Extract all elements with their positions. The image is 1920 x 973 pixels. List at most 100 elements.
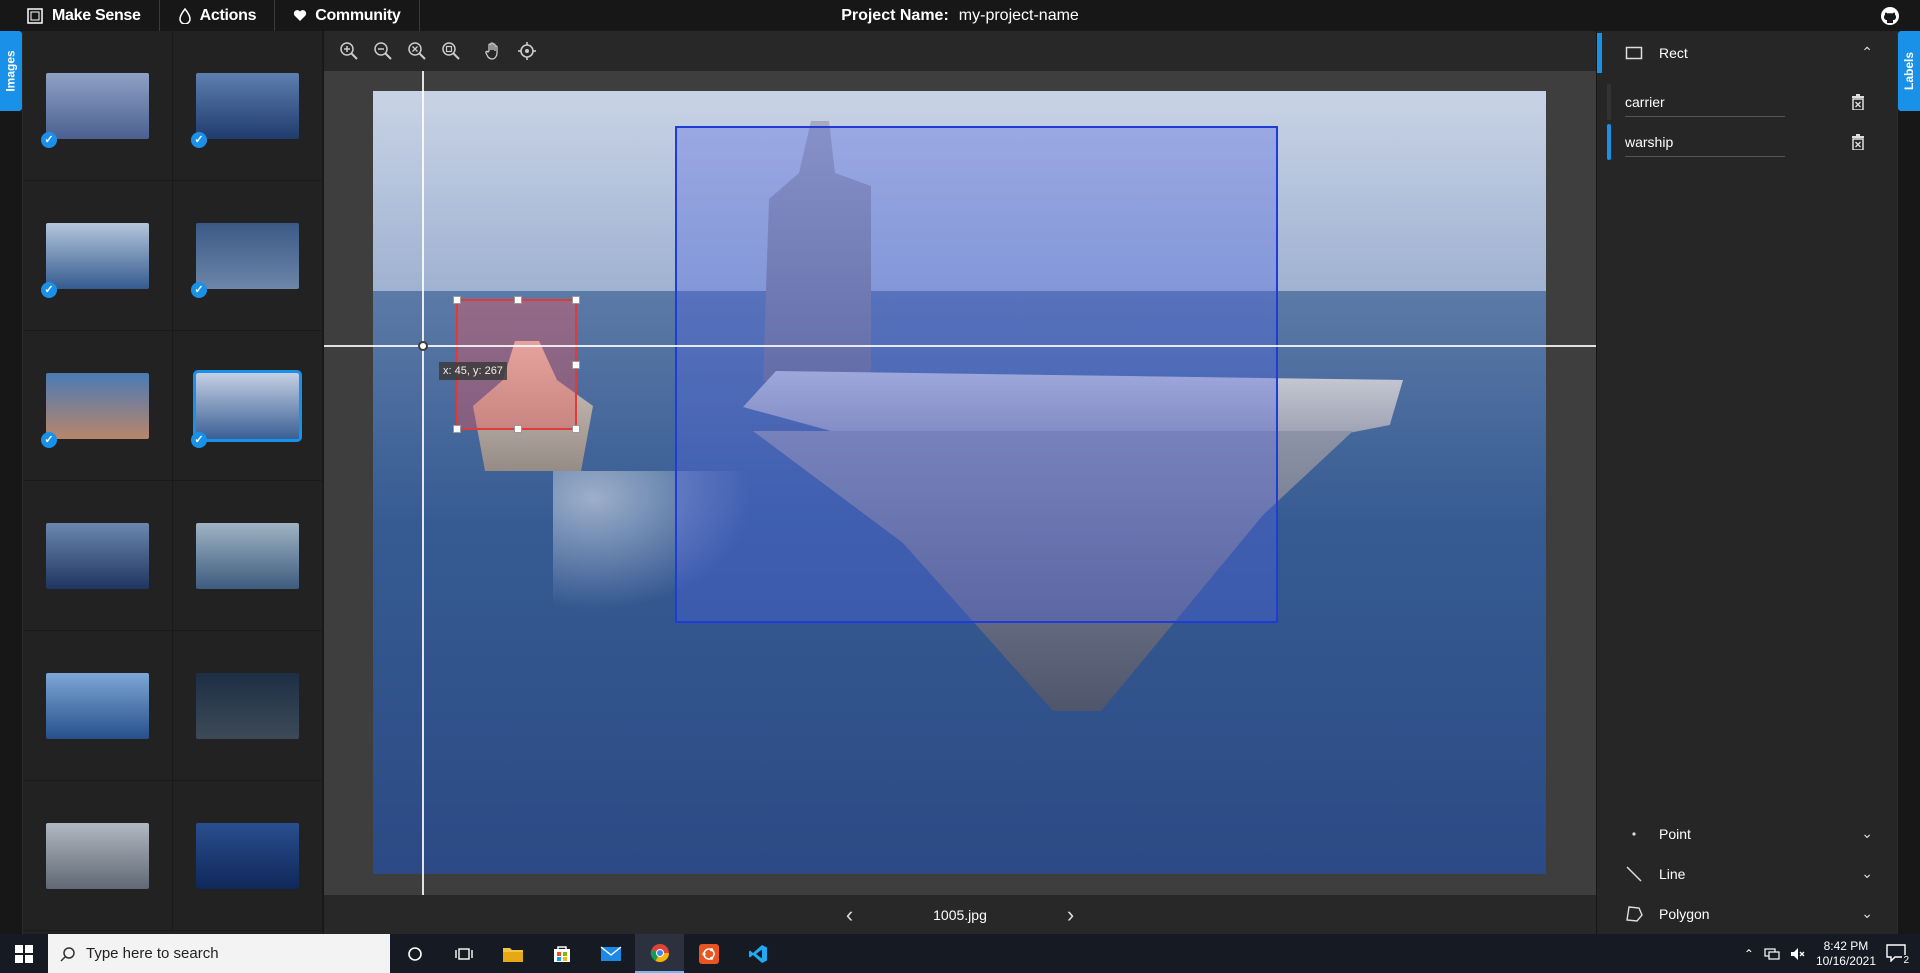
line-section-header[interactable]: Line ⌄: [1597, 854, 1897, 894]
pan-tool-button[interactable]: [478, 36, 508, 66]
taskbar-clock[interactable]: 8:42 PM 10/16/2021: [1816, 939, 1876, 969]
resize-handle[interactable]: [453, 296, 461, 304]
image-thumbnail-list: ✓ ✓ ✓ ✓ ✓ ✓: [23, 31, 323, 934]
image-thumbnail[interactable]: ✓: [23, 331, 173, 481]
community-label: Community: [315, 6, 401, 24]
line-icon: [1626, 866, 1642, 882]
annotation-rect-carrier[interactable]: [675, 126, 1278, 623]
delete-label-icon[interactable]: [1851, 134, 1865, 150]
github-icon[interactable]: [1880, 6, 1900, 26]
resize-handle[interactable]: [514, 425, 522, 433]
line-section-label: Line: [1659, 866, 1686, 882]
thumbnail-image: [46, 372, 149, 439]
circle-icon: [407, 946, 422, 961]
chevron-down-icon[interactable]: ⌄: [1861, 865, 1873, 882]
image-thumbnail[interactable]: [173, 481, 323, 631]
zoom-in-icon: [340, 42, 358, 60]
vscode-button[interactable]: [733, 934, 782, 973]
thumbnail-image: [46, 822, 149, 889]
image-thumbnail[interactable]: ✓: [173, 31, 323, 181]
image-thumbnail[interactable]: ✓: [173, 331, 323, 481]
zoom-max-icon: [442, 42, 460, 60]
images-tab[interactable]: Images: [0, 31, 22, 111]
resize-handle[interactable]: [572, 425, 580, 433]
thumbnail-image: [46, 672, 149, 739]
point-section-label: Point: [1659, 826, 1691, 842]
task-view-icon: [454, 947, 473, 960]
label-item-carrier[interactable]: carrier: [1607, 82, 1887, 122]
start-button[interactable]: [0, 934, 48, 973]
previous-image-button[interactable]: ‹: [846, 903, 853, 926]
image-thumbnail[interactable]: ✓: [173, 181, 323, 331]
resize-handle[interactable]: [572, 361, 580, 369]
image-thumbnail[interactable]: [173, 781, 323, 931]
clock-date: 10/16/2021: [1815, 953, 1876, 968]
image-thumbnail[interactable]: [23, 631, 173, 781]
crosshair-vertical-line: [422, 71, 424, 895]
community-menu[interactable]: Community: [275, 0, 420, 31]
checkmark-icon: ✓: [191, 282, 207, 298]
chevron-up-icon[interactable]: ⌃: [1861, 44, 1873, 61]
resize-handle[interactable]: [572, 296, 580, 304]
label-name-input[interactable]: warship: [1625, 127, 1785, 157]
thumbnail-image: [46, 72, 149, 139]
labels-tab[interactable]: Labels: [1898, 31, 1920, 111]
mail-button[interactable]: [586, 934, 635, 973]
resize-handle[interactable]: [453, 425, 461, 433]
folder-icon: [502, 947, 523, 962]
delete-label-icon[interactable]: [1851, 94, 1865, 110]
polygon-section-label: Polygon: [1659, 906, 1710, 922]
next-image-button[interactable]: ›: [1067, 903, 1074, 926]
project-name-display[interactable]: Project Name: my-project-name: [841, 0, 1079, 31]
app-brand[interactable]: Make Sense: [0, 0, 160, 31]
mail-icon: [600, 945, 621, 961]
resize-handle[interactable]: [514, 296, 522, 304]
zoom-in-button[interactable]: [334, 36, 364, 66]
store-button[interactable]: [537, 934, 586, 973]
chevron-down-icon[interactable]: ⌄: [1861, 905, 1873, 922]
chevron-down-icon[interactable]: ⌄: [1861, 825, 1873, 842]
rect-section-label: Rect: [1659, 45, 1688, 61]
file-explorer-button[interactable]: [488, 934, 537, 973]
zoom-out-button[interactable]: [368, 36, 398, 66]
task-view-button[interactable]: [439, 934, 488, 973]
label-name-input[interactable]: carrier: [1625, 87, 1785, 117]
chrome-button[interactable]: [635, 934, 684, 973]
checkmark-icon: ✓: [41, 282, 57, 298]
chevron-up-icon[interactable]: ⌃: [1744, 947, 1754, 961]
thumbnail-image: [196, 822, 299, 889]
ubuntu-button[interactable]: [684, 934, 733, 973]
image-thumbnail[interactable]: [173, 631, 323, 781]
taskbar-search-box[interactable]: Type here to search: [48, 934, 390, 973]
working-image[interactable]: [373, 91, 1546, 874]
actions-label: Actions: [199, 6, 257, 24]
thumbnail-image: [196, 522, 299, 589]
rect-section-header[interactable]: Rect ⌃: [1597, 33, 1897, 73]
image-thumbnail[interactable]: ✓: [23, 31, 173, 181]
image-thumbnail[interactable]: [23, 481, 173, 631]
point-section-header[interactable]: Point ⌄: [1597, 814, 1897, 854]
network-icon[interactable]: [1764, 947, 1780, 961]
actions-menu[interactable]: Actions: [160, 0, 276, 31]
editor-toolbar: [324, 31, 1596, 71]
volume-muted-icon[interactable]: [1790, 947, 1806, 961]
store-icon: [553, 945, 570, 962]
image-thumbnail[interactable]: [23, 781, 173, 931]
zoom-fit-button[interactable]: [402, 36, 432, 66]
annotation-canvas[interactable]: x: 45, y: 267: [324, 71, 1596, 895]
zoom-max-button[interactable]: [436, 36, 466, 66]
checkmark-icon: ✓: [41, 432, 57, 448]
image-thumbnail[interactable]: ✓: [23, 181, 173, 331]
crosshair-horizontal-line: [324, 345, 1596, 347]
thumbnail-image: [46, 222, 149, 289]
label-indicator: [1607, 84, 1611, 120]
polygon-section-header[interactable]: Polygon ⌄: [1597, 894, 1897, 934]
crosshair-tool-button[interactable]: [512, 36, 542, 66]
current-filename: 1005.jpg: [933, 906, 987, 923]
notification-button[interactable]: 2: [1886, 943, 1910, 966]
windows-taskbar: Type here to search ⌃ 8:42 PM 10/16/2021…: [0, 934, 1920, 973]
label-item-warship[interactable]: warship: [1607, 122, 1887, 162]
cortana-button[interactable]: [390, 934, 439, 973]
image-navigation: ‹ 1005.jpg ›: [324, 895, 1596, 934]
hand-icon: [485, 42, 498, 60]
